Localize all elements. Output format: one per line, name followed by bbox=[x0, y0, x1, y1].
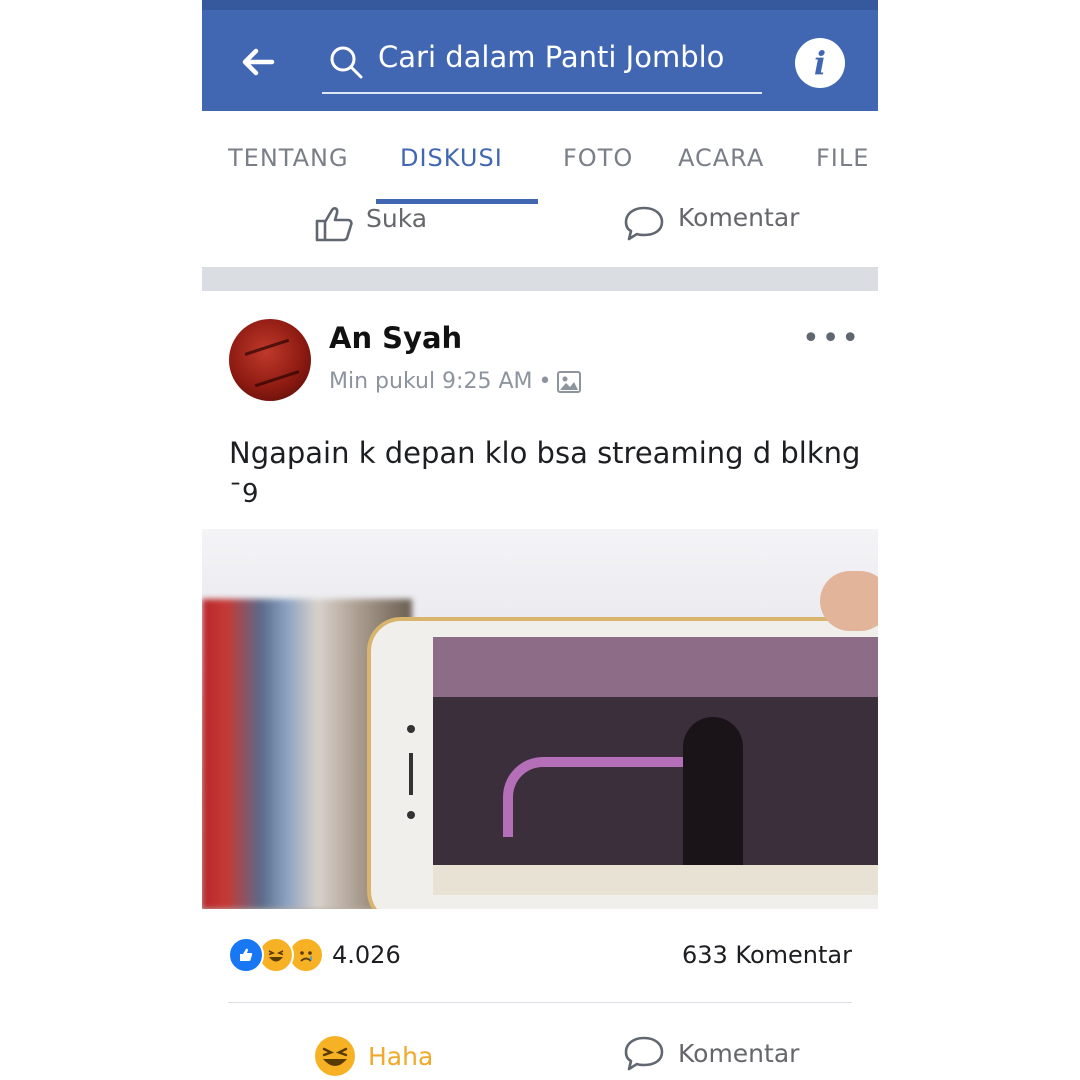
search-icon bbox=[330, 46, 363, 79]
reaction-summary[interactable]: 4.026 bbox=[228, 937, 401, 973]
more-options-icon[interactable]: ••• bbox=[802, 321, 861, 356]
post-divider bbox=[228, 1002, 852, 1003]
post-message: Ngapain k depan klo bsa streaming d blkn… bbox=[229, 436, 861, 470]
search-input[interactable]: Cari dalam Panti Jomblo bbox=[378, 40, 724, 74]
haha-reaction-button[interactable]: Haha bbox=[314, 1035, 433, 1077]
group-tabs: TENTANG DISKUSI FOTO ACARA FILE bbox=[202, 111, 878, 206]
like-icon bbox=[228, 937, 264, 973]
feed-post: An Syah Min pukul 9:25 AM • ••• Ngapain … bbox=[202, 291, 878, 1080]
photo-phone-screen bbox=[433, 637, 878, 895]
comments-count[interactable]: 633 Komentar bbox=[682, 941, 852, 969]
comment-label: Komentar bbox=[678, 202, 800, 232]
haha-emoji-icon bbox=[315, 1036, 355, 1076]
avatar[interactable] bbox=[229, 319, 311, 401]
thumbs-up-icon bbox=[315, 207, 353, 242]
reaction-count: 4.026 bbox=[332, 941, 401, 969]
post-meta: Min pukul 9:25 AM • bbox=[329, 369, 582, 394]
search-underline bbox=[322, 92, 762, 94]
tab-foto[interactable]: FOTO bbox=[563, 144, 633, 172]
comment-button[interactable]: Komentar bbox=[624, 202, 800, 241]
post-time[interactable]: Min pukul 9:25 AM bbox=[329, 369, 532, 394]
photo-finger bbox=[820, 571, 878, 631]
tab-acara[interactable]: ACARA bbox=[678, 144, 764, 172]
comment-bubble-icon bbox=[624, 1036, 664, 1071]
tab-diskusi[interactable]: DISKUSI bbox=[400, 144, 503, 172]
facebook-group-screen: Cari dalam Panti Jomblo i TENTANG DISKUS… bbox=[202, 0, 878, 1080]
info-icon[interactable]: i bbox=[795, 38, 845, 88]
meta-separator: • bbox=[538, 369, 552, 394]
feed-separator bbox=[202, 267, 878, 291]
haha-label: Haha bbox=[368, 1041, 434, 1071]
like-label: Suka bbox=[366, 203, 428, 233]
status-strip bbox=[202, 0, 878, 10]
comment-action-label: Komentar bbox=[678, 1038, 800, 1068]
photo-icon bbox=[557, 370, 582, 393]
tab-file[interactable]: FILE bbox=[816, 144, 869, 172]
comment-bubble-icon bbox=[624, 206, 664, 241]
comment-action-button[interactable]: Komentar bbox=[624, 1035, 799, 1071]
post-photo[interactable] bbox=[202, 529, 878, 909]
tab-tentang[interactable]: TENTANG bbox=[228, 144, 349, 172]
post-message-extra: ¯9 bbox=[229, 479, 259, 509]
back-arrow-icon[interactable] bbox=[238, 42, 278, 82]
post-author[interactable]: An Syah bbox=[329, 321, 462, 355]
like-button[interactable]: Suka bbox=[314, 203, 428, 243]
photo-phone bbox=[367, 617, 878, 909]
previous-post-actions: Suka Komentar bbox=[202, 202, 878, 267]
top-bar: Cari dalam Panti Jomblo i bbox=[202, 0, 878, 111]
